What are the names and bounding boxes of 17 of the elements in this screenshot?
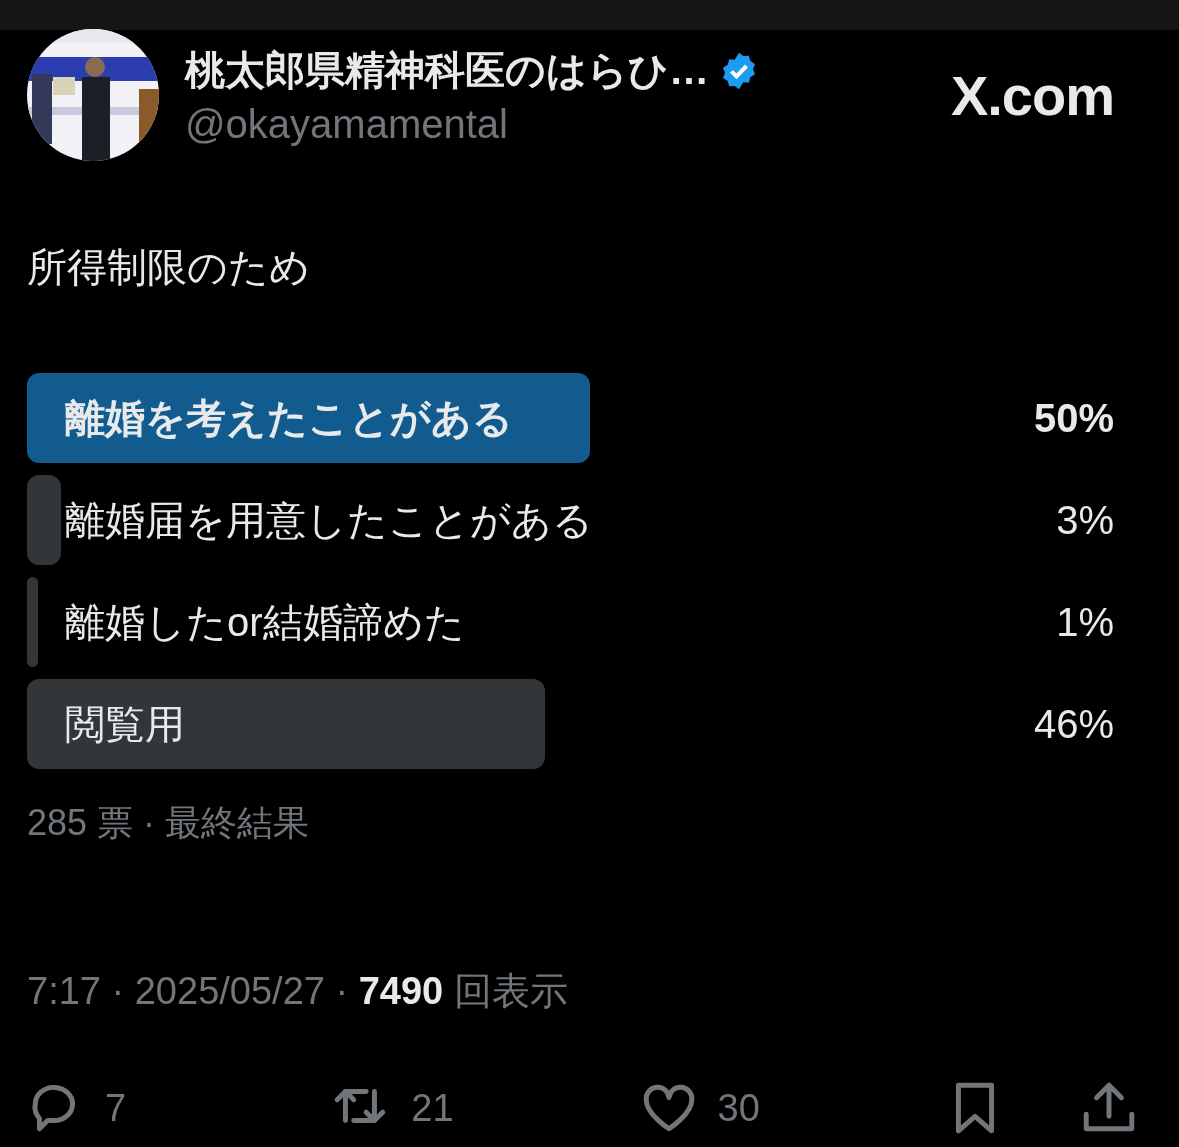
poll-option-label: 閲覧用 (65, 700, 185, 748)
poll-percent: 50% (1033, 395, 1114, 441)
author-name[interactable]: 桃太郎県精神科医のはらひ… (185, 43, 709, 98)
poll-option-label: 離婚届を用意したことがある (65, 496, 593, 544)
poll-summary: 285 票 · 最終結果 (27, 801, 311, 845)
poll-percent: 46% (1033, 701, 1114, 747)
like-count: 30 (717, 1086, 760, 1130)
repost-count: 21 (411, 1086, 454, 1130)
poll-option-label: 離婚を考えたことがある (65, 394, 513, 442)
site-logo: X.com (950, 62, 1114, 128)
reply-count: 7 (105, 1086, 127, 1130)
poll-percent: 1% (1056, 599, 1114, 645)
author-handle[interactable]: @okayamamental (185, 102, 925, 147)
post-text: 所得制限のため (27, 244, 311, 291)
poll-percent: 3% (1056, 497, 1114, 543)
poll-option-label: 離婚したor結婚諦めた (65, 598, 465, 646)
post-meta: 7:17 · 2025/05/27 · 7490 回表示 (27, 969, 569, 1014)
